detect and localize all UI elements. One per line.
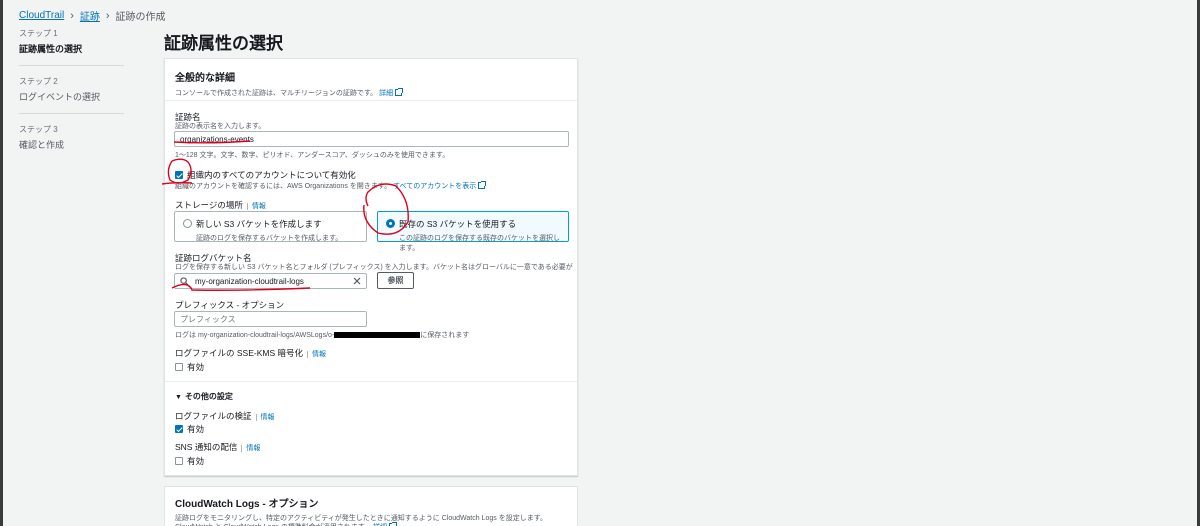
- circle-existing-bucket: [363, 183, 409, 235]
- underline-bucket-name: [171, 283, 311, 291]
- underline-org-checkbox: [161, 181, 193, 185]
- circle-org-checkbox: [167, 158, 192, 184]
- red-annotation-overlay: [161, 140, 409, 291]
- underline-trail-name: [173, 140, 251, 144]
